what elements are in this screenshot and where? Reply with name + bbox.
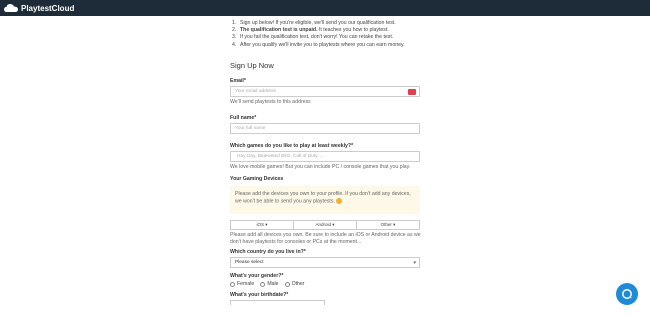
gender-male-label: Male [267,281,279,287]
gender-options: Female Male Other [230,281,422,287]
country-selected: Please select [235,260,264,265]
steps-list: 1. Sign up below! If you're eligible, we'… [230,20,422,49]
device-buttons: iOS ▾ Android ▾ Other ▾ [230,220,420,231]
full-name-field[interactable]: Your full name [230,122,420,134]
android-button[interactable]: Android ▾ [294,220,357,231]
chat-button[interactable] [616,283,638,305]
name-placeholder: Your full name [235,125,266,131]
gender-other-label: Other [291,281,305,287]
chevron-down-icon: ▾ [413,260,416,266]
smiley-icon [336,198,343,205]
country-label: Which country do you live in?* [230,249,306,255]
step-number: 3. [232,34,237,41]
games-placeholder: Hay Day, Bejeweled Blitz, Call of Duty, … [237,153,324,159]
step-item: 3. If you fail the qualification test, do… [232,34,422,41]
email-placeholder: Your email address [235,88,276,94]
step-text: It teaches you how to playtest. [317,27,389,34]
gender-label: What's your gender?* [230,273,284,279]
step-bold-text: The qualification test is unpaid. [240,27,318,34]
signup-title: Sign Up Now [230,60,274,70]
password-manager-icon[interactable] [408,88,416,95]
gender-female[interactable]: Female [230,281,254,287]
devices-notice: Please add the devices you own to your p… [230,186,420,215]
ios-button[interactable]: iOS ▾ [230,220,294,231]
games-field[interactable]: Hay Day, Bejeweled Blitz, Call of Duty, … [230,150,420,162]
games-label: Which games do you like to play at least… [230,142,354,149]
gender-female-label: Female [237,281,255,287]
step-text: After you qualify we'll invite you to pl… [240,41,405,48]
radio-male[interactable] [260,281,266,287]
gender-male[interactable]: Male [260,281,279,287]
name-label: Full name* [230,114,257,121]
radio-other[interactable] [284,281,290,287]
games-help: We love mobile games! But you can includ… [230,163,411,170]
birthdate-field[interactable] [230,300,325,305]
step-number: 2. [232,27,237,34]
birthdate-label: What's your birthdate?* [230,292,289,298]
top-navbar: PlaytestCloud [0,0,650,16]
cloud-logo-icon[interactable] [4,3,18,13]
step-number: 1. [232,20,237,26]
step-text: If you fail the qualification test, don'… [240,34,394,41]
email-help: We'll send playtests to this address [230,98,311,105]
gender-other[interactable]: Other [284,281,305,287]
country-select[interactable]: Please select ▾ [230,257,420,268]
step-item: 4. After you qualify we'll invite you to … [232,41,422,49]
other-device-button[interactable]: Other ▾ [357,220,420,231]
step-item: 1. Sign up below! If you're eligible, we'… [232,20,422,27]
email-label: Email* [230,77,246,84]
step-number: 4. [232,41,237,48]
devices-label: Your Gaming Devices [230,176,284,183]
chat-bubble-icon [622,289,632,299]
step-item: 2. The qualification test is unpaid. It t… [232,27,422,34]
radio-female[interactable] [230,281,235,287]
devices-help: Please add all devices you own. Be sure … [230,232,421,246]
brand-name[interactable]: PlaytestCloud [21,4,74,13]
step-text: Sign up below! If you're eligible, we'll… [240,20,396,26]
signup-content: 1. Sign up below! If you're eligible, we'… [230,16,422,305]
email-field[interactable]: Your email address [230,85,420,97]
notice-text: Please add the devices you own to your p… [235,191,411,205]
